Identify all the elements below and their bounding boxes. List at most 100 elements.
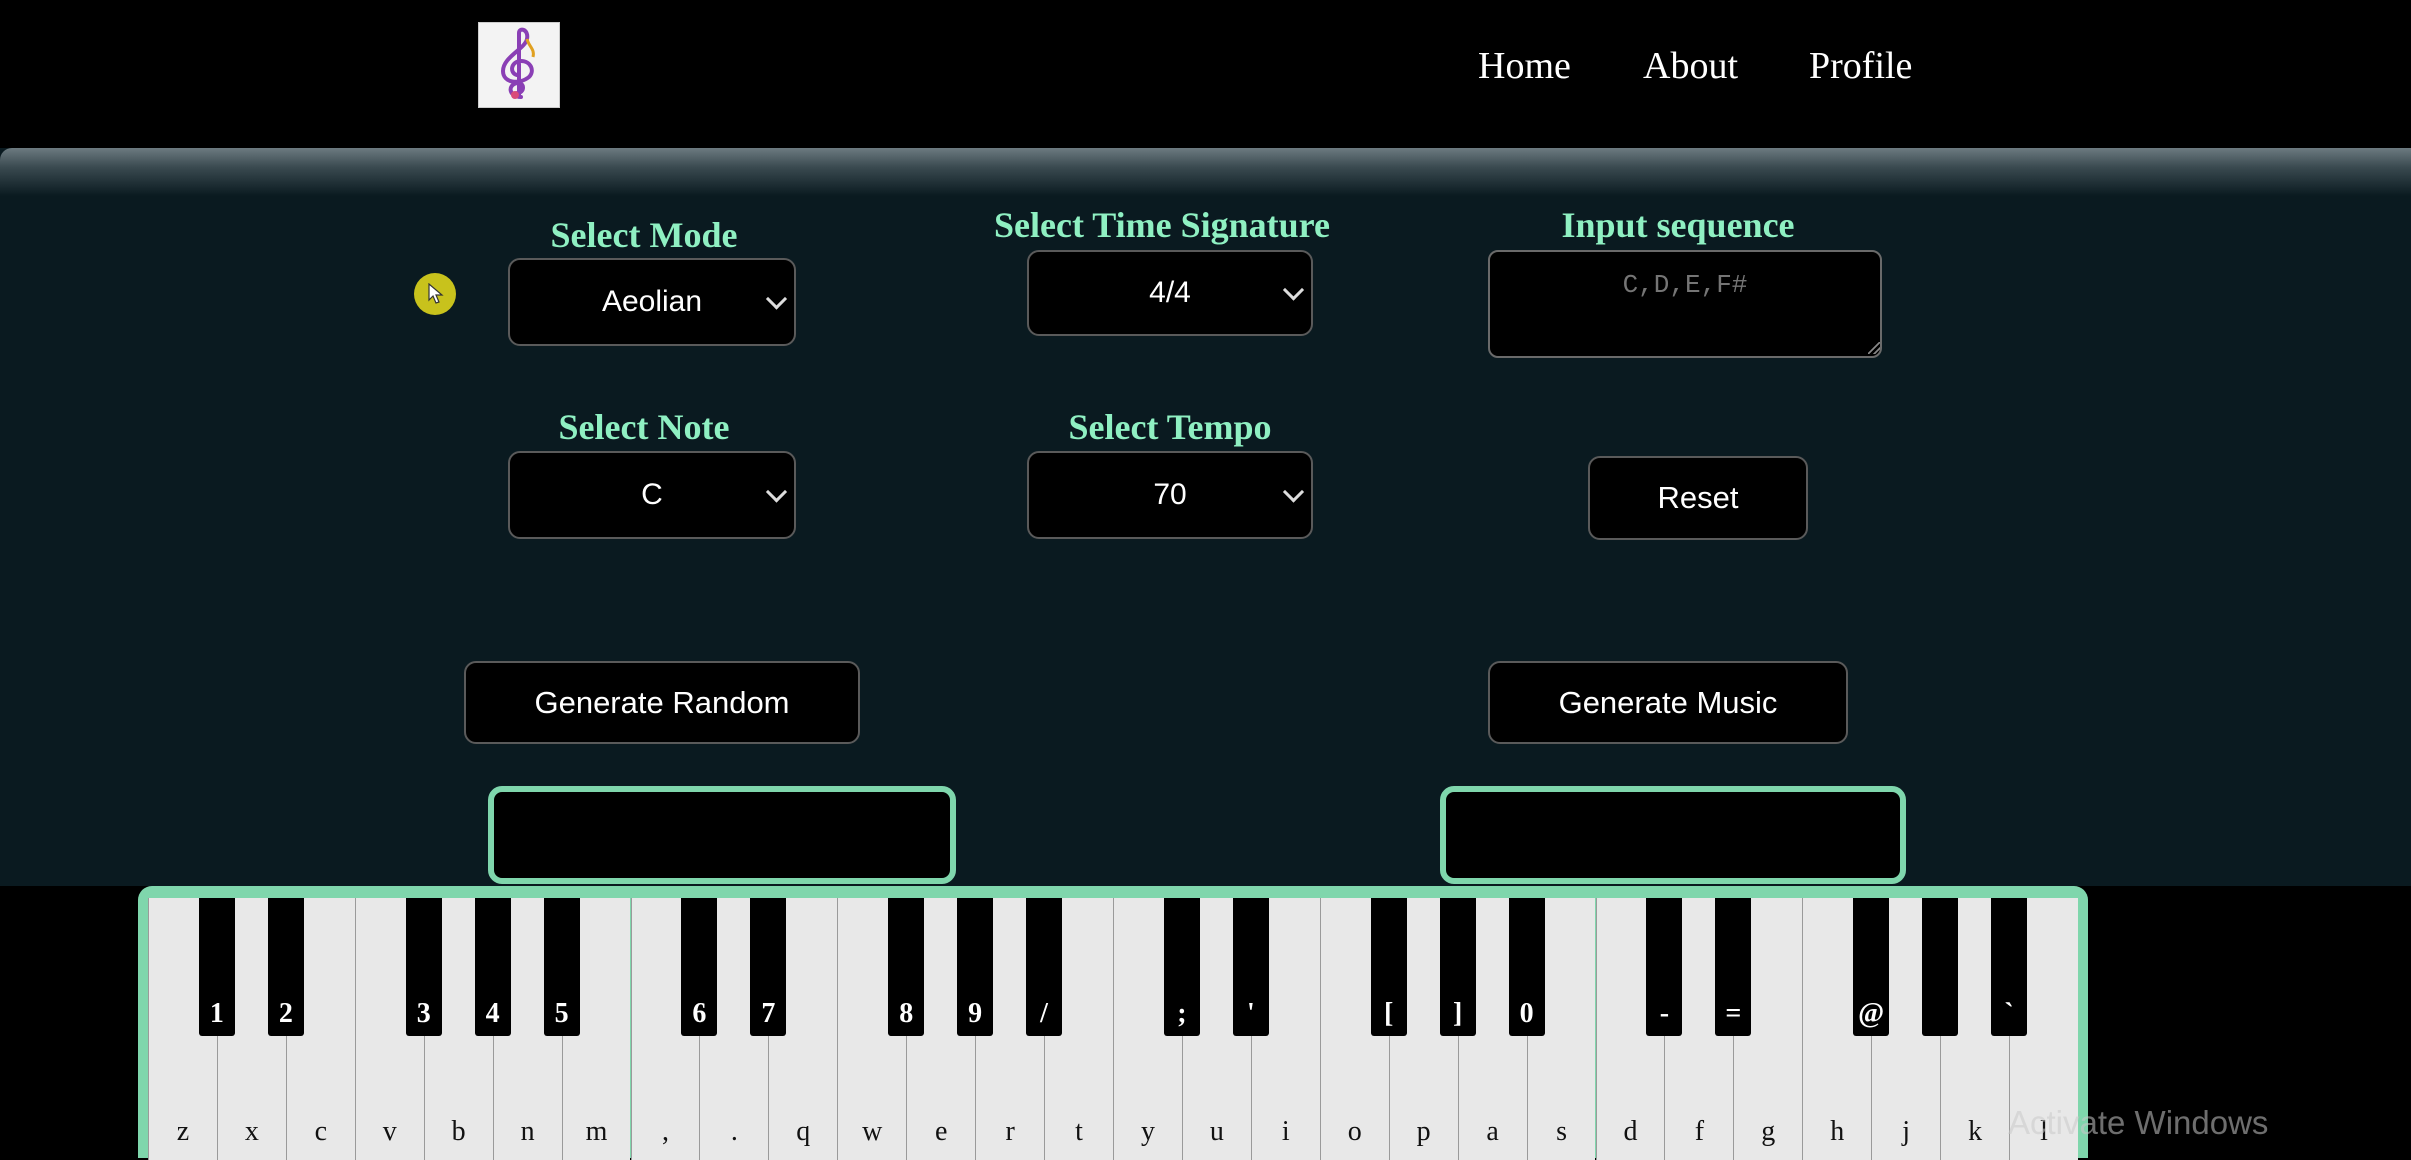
note-select[interactable]: C: [508, 451, 796, 539]
chevron-down-icon: [765, 481, 788, 503]
black-key-label: `: [2004, 998, 2014, 1029]
black-key-label: @: [1858, 998, 1885, 1029]
black-key[interactable]: 5: [543, 898, 580, 1036]
white-key-label: ,: [661, 1116, 669, 1147]
white-key-label: q: [796, 1116, 811, 1147]
white-key-label: w: [862, 1116, 883, 1147]
nav-profile-link[interactable]: Profile: [1809, 44, 1912, 88]
white-key-label: v: [382, 1116, 397, 1147]
black-key[interactable]: 9: [957, 898, 994, 1036]
black-key-label: 8: [899, 998, 914, 1029]
black-key[interactable]: [: [1370, 898, 1407, 1036]
nav-about-link[interactable]: About: [1643, 44, 1738, 88]
time-signature-select-value: 4/4: [1149, 276, 1191, 309]
black-key[interactable]: 3: [405, 898, 442, 1036]
reset-button[interactable]: Reset: [1588, 456, 1808, 540]
white-key-label: d: [1623, 1116, 1638, 1147]
black-key[interactable]: 7: [750, 898, 787, 1036]
black-key-label: 7: [761, 998, 776, 1029]
black-key-label: ;: [1177, 998, 1187, 1029]
white-key-label: z: [176, 1116, 190, 1147]
black-key-label: 1: [209, 998, 224, 1029]
black-key-label: [: [1384, 998, 1394, 1029]
white-key-label: m: [585, 1116, 608, 1147]
black-key[interactable]: 4: [474, 898, 511, 1036]
white-key-label: x: [244, 1116, 259, 1147]
top-nav-bar: Home About Profile: [0, 0, 2411, 148]
black-key[interactable]: 8: [888, 898, 925, 1036]
black-key[interactable]: /: [1026, 898, 1063, 1036]
white-key-label: u: [1209, 1116, 1224, 1147]
white-key-label: h: [1830, 1116, 1845, 1147]
white-key-label: j: [1902, 1116, 1911, 1147]
white-key-label: o: [1347, 1116, 1362, 1147]
mode-select[interactable]: Aeolian: [508, 258, 796, 346]
black-key[interactable]: ': [1232, 898, 1269, 1036]
music-output-box: [1440, 786, 1906, 884]
black-key-label: 4: [485, 998, 500, 1029]
select-tempo-label: Select Tempo: [1068, 407, 1272, 447]
generate-random-button[interactable]: Generate Random: [464, 661, 860, 744]
select-time-signature-label: Select Time Signature: [994, 205, 1330, 245]
input-sequence-label: Input sequence: [1561, 205, 1795, 245]
black-key-label: /: [1040, 998, 1048, 1029]
white-key-label: c: [314, 1116, 328, 1147]
mouse-cursor-highlight-icon: [414, 273, 456, 315]
black-key[interactable]: @: [1853, 898, 1890, 1036]
black-key[interactable]: 1: [198, 898, 235, 1036]
black-key[interactable]: ;: [1163, 898, 1200, 1036]
black-key-label: 9: [968, 998, 983, 1029]
cursor-arrow-icon: [428, 283, 444, 304]
textarea-resize-handle-icon[interactable]: [1868, 342, 1880, 354]
white-key-label: i: [1281, 1116, 1290, 1147]
white-key-label: k: [1968, 1116, 1983, 1147]
white-key-label: n: [520, 1116, 535, 1147]
black-key-label: 2: [278, 998, 293, 1029]
piano-keyboard: z x c v b n m,. q w e r t y u i o p a s d f g h j k l 1 2 3 4 5 6 7 8 9/; '…: [138, 886, 2088, 1160]
black-key-label: 0: [1519, 998, 1534, 1029]
black-key[interactable]: `: [1991, 898, 2028, 1036]
white-key-label: t: [1075, 1116, 1083, 1147]
black-key[interactable]: ]: [1439, 898, 1476, 1036]
white-key-label: e: [934, 1116, 948, 1147]
white-key-label: y: [1140, 1116, 1155, 1147]
black-key[interactable]: -: [1646, 898, 1683, 1036]
generate-music-button[interactable]: Generate Music: [1488, 661, 1848, 744]
header-shadow-divider: [0, 148, 2411, 196]
black-key-label: ': [1246, 998, 1255, 1029]
black-key[interactable]: [1922, 898, 1959, 1036]
black-key-label: 6: [692, 998, 707, 1029]
black-key-label: 5: [554, 998, 569, 1029]
activate-windows-watermark: Activate Windows: [2008, 1104, 2269, 1141]
black-key[interactable]: 0: [1508, 898, 1545, 1036]
white-key-label: a: [1486, 1116, 1499, 1147]
nav-home-link[interactable]: Home: [1478, 44, 1571, 88]
white-key-label: p: [1416, 1116, 1431, 1147]
white-key-label: f: [1694, 1116, 1705, 1147]
tempo-select[interactable]: 70: [1027, 451, 1313, 539]
black-key-label: =: [1725, 998, 1742, 1029]
black-key-label: -: [1659, 998, 1670, 1029]
white-key-label: r: [1005, 1116, 1015, 1147]
time-signature-select[interactable]: 4/4: [1027, 250, 1313, 336]
white-key-label: g: [1761, 1116, 1776, 1147]
white-key-label: b: [451, 1116, 466, 1147]
note-select-value: C: [641, 478, 663, 511]
treble-clef-logo-icon[interactable]: [478, 22, 560, 108]
random-output-box: [488, 786, 956, 884]
chevron-down-icon: [765, 288, 788, 310]
chevron-down-icon: [1282, 279, 1305, 301]
black-key[interactable]: 6: [681, 898, 718, 1036]
mode-select-value: Aeolian: [601, 285, 703, 318]
black-key-label: 3: [416, 998, 431, 1029]
white-key-label: .: [730, 1116, 738, 1147]
black-key[interactable]: =: [1715, 898, 1752, 1036]
tempo-select-value: 70: [1153, 478, 1187, 511]
black-key[interactable]: 2: [267, 898, 304, 1036]
black-key-label: ]: [1452, 998, 1463, 1029]
select-mode-label: Select Mode: [550, 215, 738, 255]
piano-keys: z x c v b n m,. q w e r t y u i o p a s d f g h j k l 1 2 3 4 5 6 7 8 9/; '…: [148, 898, 2078, 1160]
white-key-label: s: [1556, 1116, 1567, 1147]
sequence-input[interactable]: [1488, 250, 1882, 358]
chevron-down-icon: [1282, 481, 1305, 503]
